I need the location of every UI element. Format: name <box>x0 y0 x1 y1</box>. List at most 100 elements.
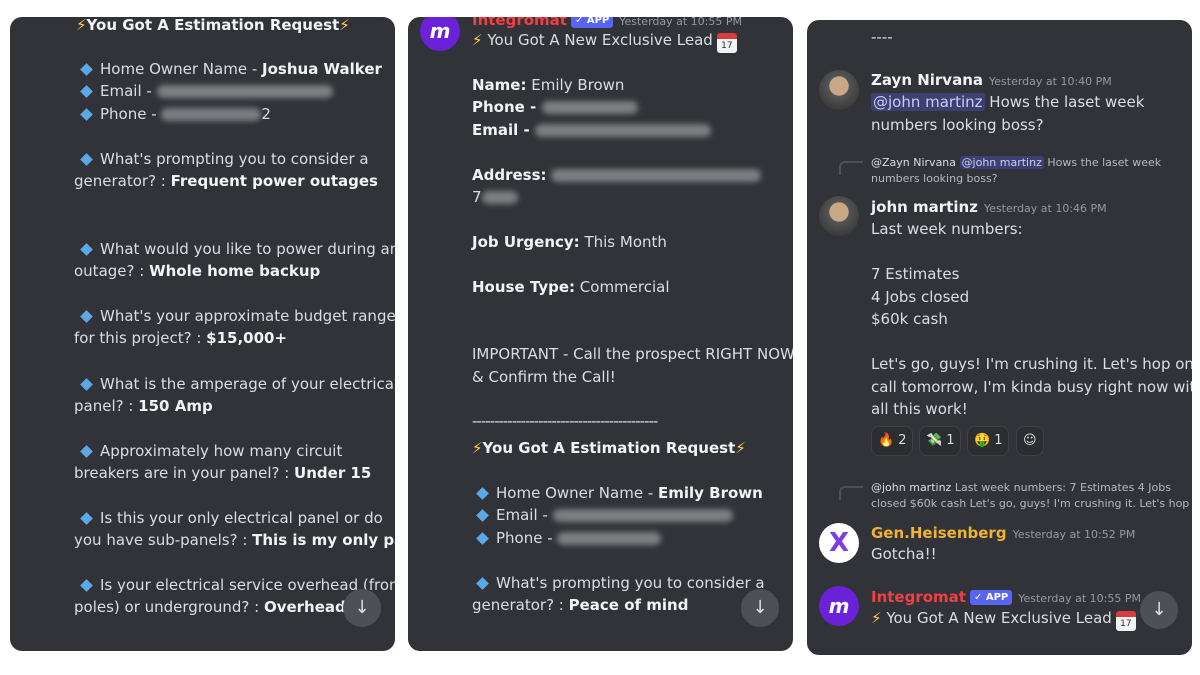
address-line2-text: 7 <box>472 188 482 206</box>
reply-text-2: numbers looking boss? <box>871 172 998 185</box>
reply-text-2: closed $60k cash Let's go, guys! I'm cru… <box>871 497 1190 510</box>
question-line: Is your electrical service overhead (fro… <box>76 574 395 596</box>
answer-text: Under 15 <box>294 464 372 482</box>
phone-label: Phone - <box>496 529 558 547</box>
question-text-2: you have sub-panels? : <box>74 531 253 549</box>
redacted-phone <box>557 532 662 545</box>
timestamp: Yesterday at 10:55 PM <box>619 17 743 28</box>
heisenberg-avatar[interactable]: X <box>819 523 859 563</box>
name-label: Name: <box>472 76 527 94</box>
message-header: john martinz Yesterday at 10:46 PM <box>871 197 1107 219</box>
message-text-1: @john martinz Hows the laset week <box>871 91 1144 113</box>
address-label: Address: <box>472 166 547 184</box>
question-text-2: poles) or underground? : <box>74 598 264 616</box>
mention[interactable]: @john martinz <box>871 93 985 111</box>
reaction-chip[interactable]: 💸 1 <box>919 426 962 456</box>
reply-text: Hows the laset week <box>1043 156 1162 169</box>
phone-label: Phone - <box>100 105 162 123</box>
scroll-down-button[interactable]: ↓ <box>1140 591 1178 629</box>
reaction-chip[interactable]: 🔥 2 <box>871 426 914 456</box>
address-line-2: 7 <box>472 186 518 208</box>
home-owner-line: Home Owner Name - Emily Brown <box>472 482 763 504</box>
scroll-down-button[interactable]: ↓ <box>741 589 779 627</box>
reply-preview[interactable]: @Zayn Nirvana @john martinz Hows the las… <box>871 155 1171 187</box>
email-label: Email - <box>472 121 535 139</box>
integromat-avatar[interactable]: m <box>420 17 460 51</box>
diamond-icon <box>80 578 93 592</box>
important-line-2: & Confirm the Call! <box>472 368 616 386</box>
redacted-email <box>552 509 733 522</box>
redacted-address-2 <box>481 191 518 204</box>
reply-text: Last week numbers: 7 Estimates 4 Jobs <box>951 481 1171 494</box>
question-text-2: breakers are in your panel? : <box>74 464 295 482</box>
question-line-1: What's prompting you to consider a <box>472 572 765 594</box>
arrow-down-icon: ↓ <box>752 597 768 618</box>
reply-preview[interactable]: @john martinz Last week numbers: 7 Estim… <box>871 480 1189 512</box>
reply-connector <box>839 486 863 500</box>
lightning-icon: ⚡ <box>76 17 87 34</box>
email-line: Email - <box>472 119 711 141</box>
message-line: Last week numbers: <box>871 220 1023 238</box>
question-text: What's your approximate budget range <box>100 307 395 325</box>
redacted-email <box>534 124 711 137</box>
question-answer-line: generator? : Frequent power outages <box>74 170 378 192</box>
mention: @john martinz <box>959 156 1044 169</box>
username[interactable]: john martinz <box>871 198 978 216</box>
lightning-icon: ⚡ <box>472 439 483 457</box>
timestamp: Yesterday at 10:46 PM <box>983 202 1107 215</box>
calendar-icon: 17 <box>716 33 737 53</box>
estimation-header-text: You Got A Estimation Request <box>482 439 736 457</box>
username[interactable]: Zayn Nirvana <box>871 71 983 89</box>
home-owner-label: Home Owner Name - <box>100 60 263 78</box>
home-owner-label: Home Owner Name - <box>496 484 659 502</box>
reply-user: @john martinz <box>871 481 952 494</box>
lead-title-text: You Got A New Exclusive Lead <box>487 31 713 49</box>
house-type-value: Commercial <box>579 278 670 296</box>
message-text-2: numbers looking boss? <box>871 116 1044 134</box>
question-text: What's prompting you to consider a <box>100 150 369 168</box>
username[interactable]: Gen.Heisenberg <box>871 524 1007 542</box>
important-line-1: IMPORTANT - Call the prospect RIGHT NOW <box>472 345 793 363</box>
reaction-chip[interactable]: 🤑 1 <box>967 426 1010 456</box>
reaction-count: 2 <box>898 433 907 448</box>
zayn-avatar[interactable] <box>819 70 859 110</box>
phone-line: Phone - <box>472 96 638 118</box>
emoji-icon: 🔥 <box>878 433 895 448</box>
name-line: Name: Emily Brown <box>472 74 624 96</box>
urgency-line: Job Urgency: This Month <box>472 231 667 253</box>
redacted-phone <box>541 101 638 114</box>
answer-text: Whole home backup <box>149 262 321 280</box>
diamond-icon <box>476 486 489 500</box>
email-line-2: Email - <box>472 504 733 526</box>
john-avatar[interactable] <box>819 196 859 236</box>
message-text: Gotcha!! <box>871 545 937 563</box>
add-reaction-button[interactable]: ☺ <box>1016 426 1044 456</box>
email-label: Email - <box>496 506 553 524</box>
diamond-icon <box>80 377 93 391</box>
question-answer-line: for this project? : $15,000+ <box>74 327 287 349</box>
phone-suffix: 2 <box>261 105 271 123</box>
message-line: 7 Estimates <box>871 265 960 283</box>
scroll-down-button[interactable]: ↓ <box>343 589 381 627</box>
question-line: What's your approximate budget range <box>76 305 395 327</box>
email-label: Email - <box>100 82 157 100</box>
app-badge: ✓ APP <box>969 590 1013 605</box>
answer-text: Peace of mind <box>568 596 689 614</box>
question-answer-line: poles) or underground? : Overhead <box>74 596 346 618</box>
redacted-email <box>156 85 333 98</box>
diamond-icon <box>476 576 489 590</box>
integromat-avatar[interactable]: m <box>819 586 859 626</box>
reaction-count: 1 <box>946 433 955 448</box>
question-text-2: panel? : <box>74 397 139 415</box>
question-text: What is the amperage of your electrical <box>100 375 395 393</box>
redacted-address <box>551 169 762 182</box>
reply-connector <box>839 161 863 175</box>
username[interactable]: Integromat <box>871 588 966 606</box>
home-owner-line: Home Owner Name - Joshua Walker <box>76 58 382 80</box>
username[interactable]: Integromat <box>472 17 567 29</box>
message-line: 4 Jobs closed <box>871 287 970 306</box>
question-line: What is the amperage of your electrical <box>76 373 395 395</box>
lightning-icon: ⚡ <box>472 31 483 49</box>
diamond-icon <box>80 444 93 458</box>
arrow-down-icon: ↓ <box>1151 599 1167 620</box>
